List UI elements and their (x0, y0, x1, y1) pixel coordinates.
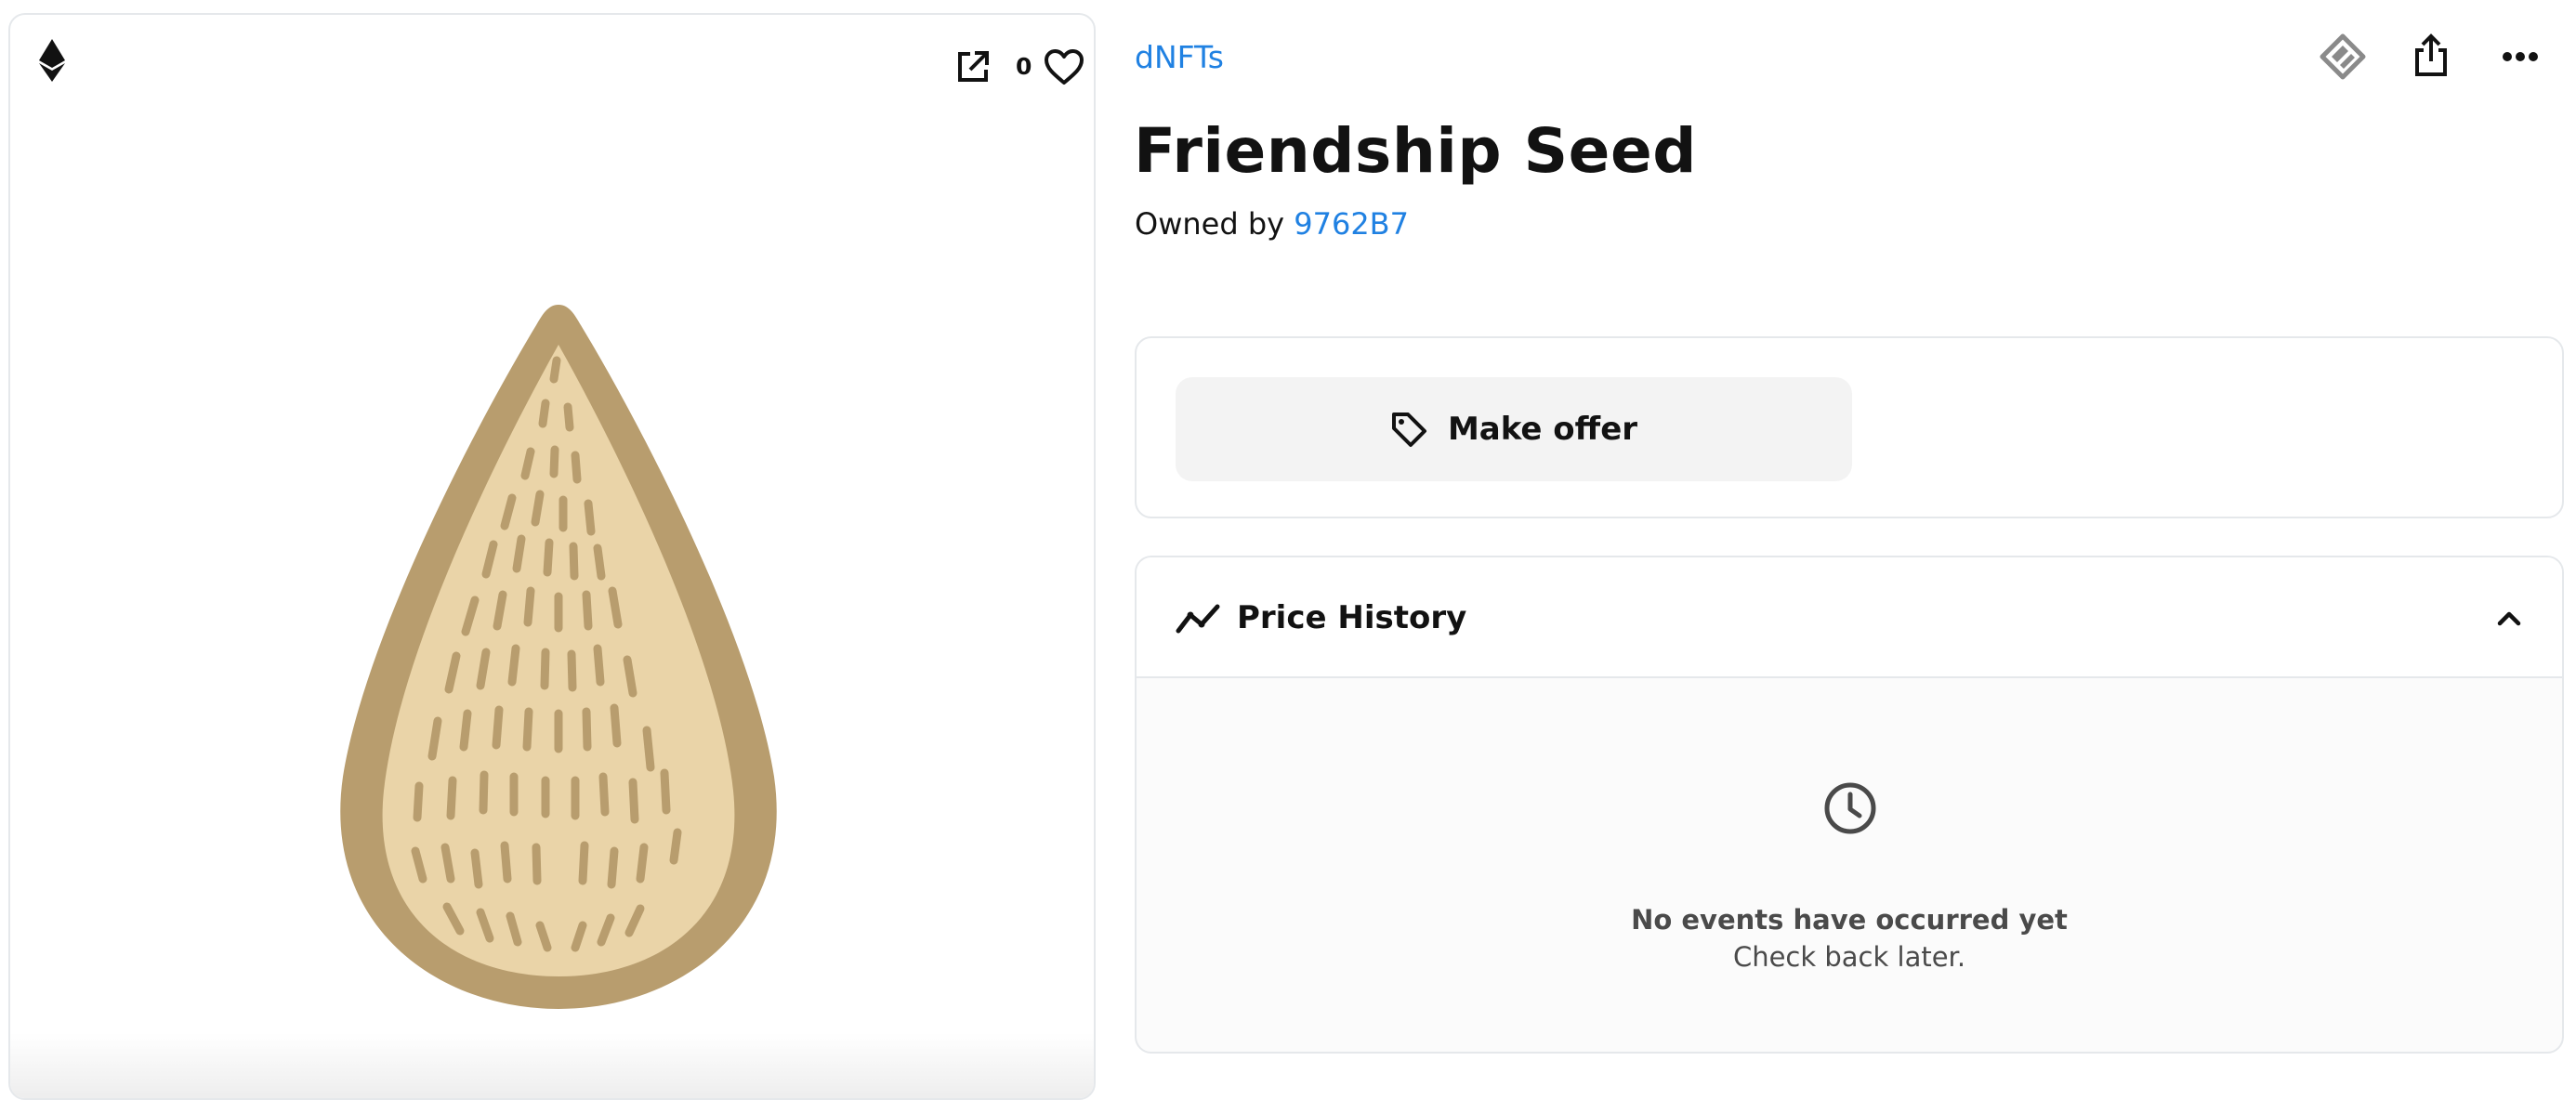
empty-state-title: No events have occurred yet (1631, 904, 2068, 936)
transfer-icon[interactable] (2320, 33, 2366, 80)
owner-line: Owned by 9762B7 (1135, 204, 1409, 243)
share-icon[interactable] (2412, 33, 2450, 78)
owner-prefix: Owned by (1135, 206, 1295, 242)
owner-link[interactable]: 9762B7 (1294, 206, 1409, 242)
price-tag-icon (1391, 412, 1426, 447)
collection-link[interactable]: dNFTs (1135, 37, 1224, 78)
trend-line-icon (1176, 604, 1220, 634)
seed-illustration (340, 305, 777, 1009)
item-title: Friendship Seed (1134, 115, 1697, 187)
price-history-title: Price History (1237, 599, 1467, 636)
media-header: 0 (10, 15, 1094, 98)
chevron-up-icon[interactable] (2495, 604, 2523, 632)
favorite-count: 0 (1016, 53, 1032, 80)
offer-panel: Make offer (1135, 336, 2564, 518)
clock-icon (1824, 782, 1876, 834)
make-offer-label: Make offer (1447, 411, 1638, 448)
price-history-panel: Price History No events have occurred ye… (1135, 556, 2564, 1054)
heart-icon[interactable] (1044, 48, 1084, 85)
more-options-icon[interactable] (2502, 50, 2539, 63)
make-offer-button[interactable]: Make offer (1176, 377, 1852, 481)
price-history-header[interactable]: Price History (1137, 557, 2562, 678)
empty-state-subtitle: Check back later. (1732, 941, 1966, 973)
media-card: 0 (8, 13, 1096, 1100)
external-link-icon[interactable] (954, 48, 992, 85)
ethereum-icon (39, 39, 65, 82)
media-bottom-fade (10, 1033, 1094, 1098)
